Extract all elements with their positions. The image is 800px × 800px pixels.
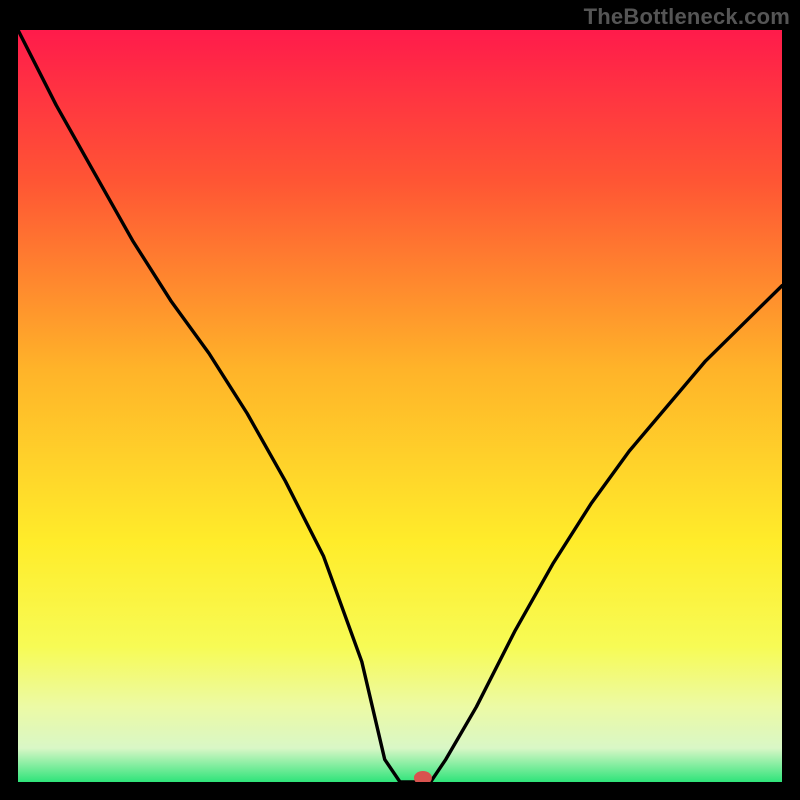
chart-frame: TheBottleneck.com bbox=[0, 0, 800, 800]
bottleneck-plot bbox=[18, 30, 782, 782]
plot-svg bbox=[18, 30, 782, 782]
watermark-text: TheBottleneck.com bbox=[584, 4, 790, 30]
